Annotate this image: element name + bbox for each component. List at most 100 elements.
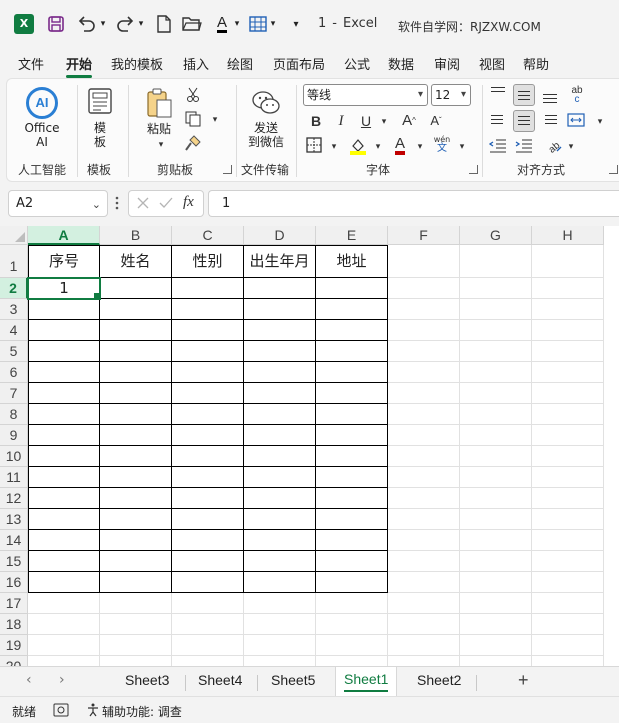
cell-c9[interactable] xyxy=(172,425,244,446)
orientation-dropdown-icon[interactable]: ▾ xyxy=(562,138,580,156)
cell-a20[interactable] xyxy=(28,656,100,666)
font-color-dropdown-icon[interactable]: ▾ xyxy=(411,138,429,156)
cell-a18[interactable] xyxy=(28,614,100,635)
cell-g11[interactable] xyxy=(460,467,532,488)
cell-e11[interactable] xyxy=(316,467,388,488)
enter-icon[interactable] xyxy=(159,197,173,212)
row-header-6[interactable]: 6 xyxy=(0,362,28,383)
cell-g14[interactable] xyxy=(460,530,532,551)
fill-color-dropdown-icon[interactable]: ▾ xyxy=(369,138,387,156)
cell-d13[interactable] xyxy=(244,509,316,530)
cell-b15[interactable] xyxy=(100,551,172,572)
cell-b20[interactable] xyxy=(100,656,172,666)
row-header-5[interactable]: 5 xyxy=(0,341,28,362)
cell-e18[interactable] xyxy=(316,614,388,635)
cell-c10[interactable] xyxy=(172,446,244,467)
cell-a12[interactable] xyxy=(28,488,100,509)
underline-icon[interactable]: U xyxy=(357,112,375,130)
cell-b7[interactable] xyxy=(100,383,172,404)
cell-a10[interactable] xyxy=(28,446,100,467)
cell-h18[interactable] xyxy=(532,614,604,635)
row-header-20[interactable]: 20 xyxy=(0,656,28,666)
cell-h8[interactable] xyxy=(532,404,604,425)
increase-indent-icon[interactable] xyxy=(515,137,533,155)
cell-b10[interactable] xyxy=(100,446,172,467)
orientation-icon[interactable]: ab xyxy=(545,136,563,156)
cell-b1[interactable]: 姓名 xyxy=(100,245,172,278)
align-top-button[interactable] xyxy=(487,84,509,106)
cell-f7[interactable] xyxy=(388,383,460,404)
cell-f10[interactable] xyxy=(388,446,460,467)
tab-review[interactable]: 审阅 xyxy=(434,54,460,73)
cell-c12[interactable] xyxy=(172,488,244,509)
sheet-tab-sheet1[interactable]: Sheet1 xyxy=(335,667,398,696)
cell-h12[interactable] xyxy=(532,488,604,509)
cell-b19[interactable] xyxy=(100,635,172,656)
more-options-icon[interactable] xyxy=(115,196,119,210)
cell-d3[interactable] xyxy=(244,299,316,320)
formula-input[interactable]: 1 xyxy=(208,190,619,217)
font-color-dropdown-icon[interactable]: ▾ xyxy=(232,14,242,34)
column-header-f[interactable]: F xyxy=(388,226,460,245)
cell-g9[interactable] xyxy=(460,425,532,446)
font-name-select[interactable]: 等线 ▾ xyxy=(303,84,428,106)
sheet-tab-sheet2[interactable]: Sheet2 xyxy=(417,672,461,688)
cell-c15[interactable] xyxy=(172,551,244,572)
cell-f6[interactable] xyxy=(388,362,460,383)
customize-toolbar-icon[interactable]: ▾ xyxy=(290,14,302,34)
cell-e8[interactable] xyxy=(316,404,388,425)
cell-f16[interactable] xyxy=(388,572,460,593)
row-header-14[interactable]: 14 xyxy=(0,530,28,551)
cut-icon[interactable] xyxy=(184,87,202,105)
column-header-h[interactable]: H xyxy=(532,226,604,245)
row-header-16[interactable]: 16 xyxy=(0,572,28,593)
column-header-d[interactable]: D xyxy=(244,226,316,245)
copy-dropdown-icon[interactable]: ▾ xyxy=(206,111,224,129)
sheet-prev-icon[interactable]: ‹ xyxy=(26,672,32,688)
cell-h2[interactable] xyxy=(532,278,604,299)
template-icon[interactable] xyxy=(87,87,113,118)
sheet-tab-sheet5[interactable]: Sheet5 xyxy=(271,672,315,688)
cell-f11[interactable] xyxy=(388,467,460,488)
bold-icon[interactable]: B xyxy=(307,112,325,130)
row-header-9[interactable]: 9 xyxy=(0,425,28,446)
row-header-18[interactable]: 18 xyxy=(0,614,28,635)
office-ai-button[interactable]: Office AI xyxy=(21,121,63,149)
copy-icon[interactable] xyxy=(184,111,202,129)
worksheet-grid[interactable]: A B C D E F G H 1 序号 姓名 性别 出生年月 地址 2 1 3 4 5 6 7 8 9 10 11 12 13 14… xyxy=(0,226,619,666)
cell-b9[interactable] xyxy=(100,425,172,446)
cell-b12[interactable] xyxy=(100,488,172,509)
row-header-15[interactable]: 15 xyxy=(0,551,28,572)
cell-c11[interactable] xyxy=(172,467,244,488)
cell-h15[interactable] xyxy=(532,551,604,572)
cell-h6[interactable] xyxy=(532,362,604,383)
cell-f1[interactable] xyxy=(388,245,460,278)
cell-a14[interactable] xyxy=(28,530,100,551)
paste-dropdown-icon[interactable]: ▾ xyxy=(152,136,170,154)
cell-c3[interactable] xyxy=(172,299,244,320)
cell-e12[interactable] xyxy=(316,488,388,509)
cell-a15[interactable] xyxy=(28,551,100,572)
shrink-font-icon[interactable]: Aˇ xyxy=(427,112,445,130)
font-color-icon[interactable]: A xyxy=(391,135,409,155)
borders-icon[interactable] xyxy=(305,137,323,155)
cell-a7[interactable] xyxy=(28,383,100,404)
cell-f12[interactable] xyxy=(388,488,460,509)
column-header-g[interactable]: G xyxy=(460,226,532,245)
cell-g1[interactable] xyxy=(460,245,532,278)
cell-h10[interactable] xyxy=(532,446,604,467)
cell-c18[interactable] xyxy=(172,614,244,635)
cell-b5[interactable] xyxy=(100,341,172,362)
cell-d20[interactable] xyxy=(244,656,316,666)
send-to-wechat-button[interactable]: 发送 到微信 xyxy=(245,121,287,149)
borders-dropdown-icon[interactable]: ▾ xyxy=(268,14,278,34)
cell-a17[interactable] xyxy=(28,593,100,614)
row-header-2[interactable]: 2 xyxy=(0,278,28,299)
align-left-button[interactable] xyxy=(487,110,509,132)
tab-home[interactable]: 开始 xyxy=(66,54,93,78)
cell-b14[interactable] xyxy=(100,530,172,551)
cell-e1[interactable]: 地址 xyxy=(316,245,388,278)
tab-help[interactable]: 帮助 xyxy=(523,54,549,73)
row-header-1[interactable]: 1 xyxy=(0,245,28,278)
cell-c19[interactable] xyxy=(172,635,244,656)
